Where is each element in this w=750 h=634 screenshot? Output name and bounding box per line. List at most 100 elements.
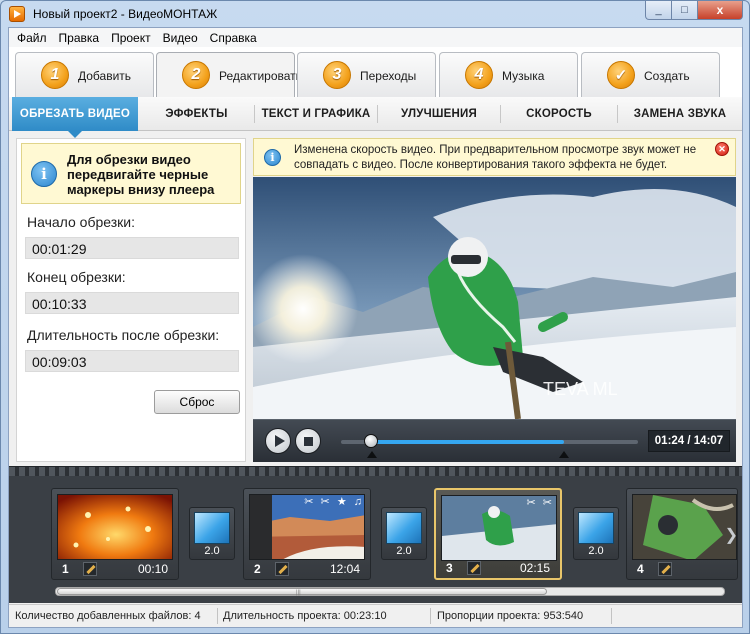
seek-bar-trim-range — [372, 440, 564, 444]
trim-hint: i Для обрезки видео передвигайте черные … — [21, 143, 241, 204]
clip-card-2[interactable]: ✂ ✂ ★ ♫ 2 12:04 — [243, 488, 371, 580]
clip-duration: 02:15 — [519, 561, 550, 575]
transition-thumbnail — [386, 512, 422, 544]
tab-speed[interactable]: СКОРОСТЬ — [501, 97, 617, 131]
window-controls: _ □ x — [645, 1, 743, 20]
transition-duration: 2.0 — [396, 545, 412, 557]
film-strip-edge — [9, 467, 742, 476]
seek-handle[interactable] — [363, 434, 378, 448]
clip-thumbnail — [632, 494, 737, 560]
menu-file[interactable]: Файл — [11, 28, 53, 47]
seek-bar[interactable] — [341, 440, 638, 444]
play-icon — [274, 435, 285, 447]
speed-warning-text: Изменена скорость видео. При предварител… — [294, 144, 697, 171]
clip-duration: 00:10 — [137, 562, 168, 576]
tab-effects[interactable]: ЭФФЕКТЫ — [139, 97, 254, 131]
step-music-label: Музыка — [502, 69, 545, 83]
trim-start-marker[interactable] — [367, 451, 378, 458]
pencil-icon[interactable] — [275, 562, 289, 576]
transition-thumbnail — [578, 512, 614, 544]
step-add-label: Добавить — [78, 69, 132, 83]
title-bar: Новый проект2 - ВидеоМОНТАЖ _ □ x — [1, 1, 749, 27]
video-frame: TEVA ML — [253, 177, 736, 419]
time-display: 01:24 / 14:07 — [648, 430, 730, 452]
close-window-button[interactable]: x — [698, 1, 743, 20]
pencil-icon[interactable] — [83, 562, 97, 576]
play-button[interactable] — [265, 428, 291, 454]
transition-3[interactable]: 2.0 — [573, 507, 619, 560]
maximize-button[interactable]: □ — [672, 1, 698, 20]
stop-icon — [303, 436, 313, 446]
clip-card-4[interactable]: 4 — [626, 488, 738, 580]
storyboard-timeline: 1 00:10 2.0 ✂ ✂ ★ ♫ 2 12:04 2.0 ✂ ✂ 3 02… — [9, 466, 742, 603]
clip-number: 4 — [637, 562, 644, 576]
trim-hint-text: Для обрезки видео передвигайте черные ма… — [67, 152, 215, 197]
step-music[interactable]: 4 Музыка — [439, 52, 578, 97]
chevron-right-icon[interactable]: ❯ — [725, 525, 738, 545]
clip-thumbnail — [57, 494, 173, 560]
checkmark-icon: ✓ — [607, 61, 635, 89]
status-project-duration: Длительность проекта: 00:23:10 — [223, 610, 387, 622]
step-2-badge-icon: 2 — [182, 61, 210, 89]
menu-bar: Файл Правка Проект Видео Справка — [9, 28, 742, 47]
trim-end-field[interactable]: 00:10:33 — [25, 292, 239, 314]
video-watermark: TEVA ML — [543, 379, 618, 399]
app-window: Новый проект2 - ВидеоМОНТАЖ _ □ x Файл П… — [0, 0, 750, 634]
tab-trim-video[interactable]: ОБРЕЗАТЬ ВИДЕО — [12, 97, 138, 138]
step-create[interactable]: ✓ Создать — [581, 52, 720, 97]
trim-panel: i Для обрезки видео передвигайте черные … — [16, 138, 246, 462]
close-icon[interactable]: ✕ — [715, 142, 729, 156]
minimize-button[interactable]: _ — [645, 1, 672, 20]
speed-warning-bar: i Изменена скорость видео. При предварит… — [253, 138, 736, 176]
step-edit[interactable]: 2 Редактировать — [156, 52, 302, 97]
clip-number: 3 — [446, 561, 453, 575]
trim-start-field[interactable]: 00:01:29 — [25, 237, 239, 259]
trim-start-label: Начало обрезки: — [27, 214, 135, 230]
status-divider — [611, 608, 612, 624]
step-3-badge-icon: 3 — [323, 61, 351, 89]
trim-duration-label: Длительность после обрезки: — [27, 327, 220, 343]
step-1-badge-icon: 1 — [41, 61, 69, 89]
status-divider — [217, 608, 218, 624]
clip-number: 1 — [62, 562, 69, 576]
status-bar: Количество добавленных файлов: 4 Длитель… — [9, 604, 742, 627]
transition-2[interactable]: 2.0 — [381, 507, 427, 560]
transition-1[interactable]: 2.0 — [189, 507, 235, 560]
step-add[interactable]: 1 Добавить — [15, 52, 154, 97]
info-icon: i — [264, 149, 281, 166]
clip-effects-icons: ✂ ✂ — [526, 497, 554, 509]
step-edit-label: Редактировать — [219, 69, 302, 83]
step-4-badge-icon: 4 — [465, 61, 493, 89]
clip-card-1[interactable]: 1 00:10 — [51, 488, 179, 580]
timeline-scroll-thumb[interactable]: ||| — [57, 588, 547, 596]
reset-button[interactable]: Сброс — [154, 390, 240, 414]
clip-card-3[interactable]: ✂ ✂ 3 02:15 — [434, 488, 562, 580]
clip-number: 2 — [254, 562, 261, 576]
clip-effects-icons: ✂ ✂ ★ ♫ — [304, 496, 364, 508]
info-icon: i — [31, 161, 57, 187]
status-file-count: Количество добавленных файлов: 4 — [15, 610, 201, 622]
transition-thumbnail — [194, 512, 230, 544]
tab-replace-audio[interactable]: ЗАМЕНА ЗВУКА — [618, 97, 742, 131]
video-preview[interactable]: TEVA ML — [253, 177, 736, 419]
pencil-icon[interactable] — [658, 562, 672, 576]
player-controls: 01:24 / 14:07 — [253, 419, 736, 462]
tab-text-graphics[interactable]: ТЕКСТ И ГРАФИКА — [255, 97, 377, 131]
stop-button[interactable] — [295, 428, 321, 454]
menu-project[interactable]: Проект — [105, 28, 157, 47]
step-transitions-label: Переходы — [360, 69, 417, 83]
grip-icon: ||| — [296, 590, 301, 596]
menu-help[interactable]: Справка — [204, 28, 263, 47]
menu-edit[interactable]: Правка — [53, 28, 106, 47]
status-divider — [430, 608, 431, 624]
tab-enhancements[interactable]: УЛУЧШЕНИЯ — [378, 97, 500, 131]
trim-end-marker[interactable] — [558, 451, 569, 458]
menu-video[interactable]: Видео — [157, 28, 204, 47]
pencil-icon[interactable] — [467, 561, 481, 575]
timeline-scrollbar[interactable]: ||| — [55, 587, 725, 596]
transition-duration: 2.0 — [588, 545, 604, 557]
step-transitions[interactable]: 3 Переходы — [297, 52, 436, 97]
app-client: Файл Правка Проект Видео Справка 1 Добав… — [8, 27, 743, 628]
trim-duration-field: 00:09:03 — [25, 350, 239, 372]
transition-duration: 2.0 — [204, 545, 220, 557]
